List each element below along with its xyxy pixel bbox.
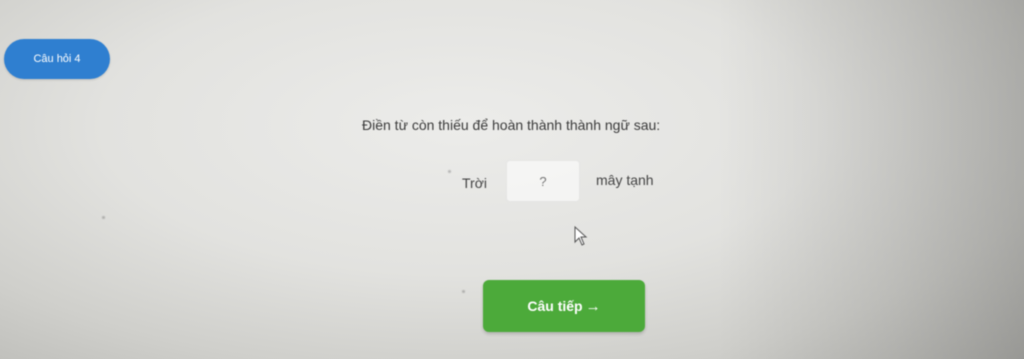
idiom-word-before: Trời	[462, 175, 487, 191]
arrow-right-icon: →	[585, 297, 601, 315]
screen-speck	[102, 216, 105, 219]
idiom-word-after: mây tạnh	[596, 172, 654, 188]
next-question-button[interactable]: Câu tiếp →	[483, 280, 645, 332]
answer-input[interactable]	[506, 160, 580, 202]
next-question-label: Câu tiếp	[527, 298, 583, 314]
question-number-label: Câu hỏi 4	[33, 53, 81, 65]
mouse-pointer-icon	[574, 226, 588, 246]
screen-speck	[462, 290, 465, 293]
question-number-badge: Câu hỏi 4	[4, 39, 110, 79]
screen-speck	[448, 170, 451, 173]
question-instruction: Điền từ còn thiếu để hoàn thành thành ng…	[362, 117, 661, 133]
